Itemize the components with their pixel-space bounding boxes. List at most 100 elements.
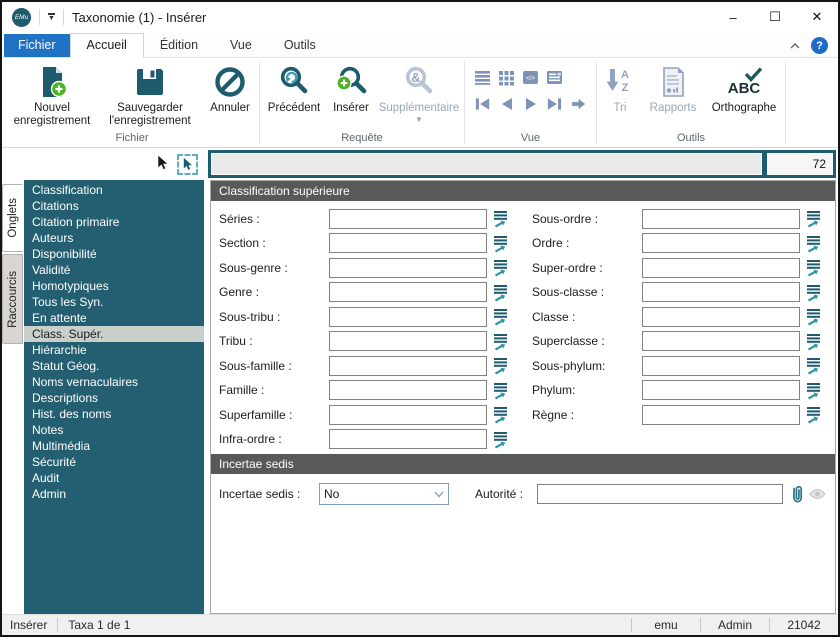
lookup-list-icon[interactable] xyxy=(490,307,510,327)
field-input[interactable] xyxy=(642,355,800,376)
incertae-select[interactable]: No xyxy=(319,482,449,505)
field-input[interactable] xyxy=(329,429,487,449)
lookup-list-icon[interactable] xyxy=(803,209,823,229)
field-input[interactable] xyxy=(642,404,800,425)
autorite-input[interactable] xyxy=(537,483,783,504)
nav-previous-icon[interactable] xyxy=(498,95,515,112)
sidebar-item[interactable]: Homotypiques xyxy=(24,278,204,294)
tab-vue[interactable]: Vue xyxy=(214,34,268,57)
collapse-ribbon-icon[interactable] xyxy=(789,42,801,50)
sidebar-item[interactable]: Notes xyxy=(24,422,204,438)
lookup-list-icon[interactable] xyxy=(803,282,823,302)
sort-button[interactable]: A Z Tri xyxy=(598,61,642,116)
emu-logo-icon[interactable]: EMu xyxy=(12,7,31,27)
field-input[interactable] xyxy=(642,208,800,229)
field-input[interactable] xyxy=(329,257,487,278)
minimize-button[interactable]: – xyxy=(712,2,754,32)
lookup-list-icon[interactable] xyxy=(803,258,823,278)
select-cursor-icon[interactable] xyxy=(155,154,170,174)
maximize-button[interactable]: ☐ xyxy=(754,2,796,32)
field-input[interactable] xyxy=(329,208,487,229)
marquee-select-icon[interactable] xyxy=(177,153,198,175)
sidebar-item[interactable]: Class. Supér. xyxy=(24,326,204,342)
reports-button[interactable]: Rapports xyxy=(642,61,704,116)
field-input[interactable] xyxy=(642,282,800,302)
search-insert-button[interactable]: Insérer xyxy=(327,61,375,116)
view-details-icon[interactable] xyxy=(546,69,563,86)
field-input[interactable] xyxy=(329,282,487,302)
attachment-icon[interactable] xyxy=(787,483,807,505)
sidebar-item[interactable]: Audit xyxy=(24,470,204,486)
field-input[interactable] xyxy=(329,233,487,253)
field-input[interactable] xyxy=(642,233,800,253)
lookup-list-icon[interactable] xyxy=(803,356,823,376)
sidebar-item[interactable]: Statut Géog. xyxy=(24,358,204,374)
field-input[interactable] xyxy=(329,331,487,351)
search-more-button[interactable]: & Supplémentaire ▼ xyxy=(375,61,463,124)
lookup-list-icon[interactable] xyxy=(490,258,510,278)
lookup-list-icon[interactable] xyxy=(490,429,510,449)
field-input[interactable] xyxy=(329,404,487,425)
spellcheck-button[interactable]: ABC Orthographe xyxy=(704,61,784,116)
lookup-list-icon[interactable] xyxy=(490,380,510,400)
lookup-list-icon[interactable] xyxy=(490,233,510,253)
save-record-button[interactable]: Sauvegarder l'enregistrement xyxy=(98,61,202,129)
cancel-button[interactable]: Annuler xyxy=(202,61,258,116)
sidebar-item[interactable]: Citation primaire xyxy=(24,214,204,230)
lookup-list-icon[interactable] xyxy=(490,282,510,302)
sidebar-item[interactable]: Tous les Syn. xyxy=(24,294,204,310)
sidebar-item[interactable]: Multimédia xyxy=(24,438,204,454)
new-record-button[interactable]: Nouvel enregistrement xyxy=(6,61,98,129)
sidebar-item[interactable]: Noms vernaculaires xyxy=(24,374,204,390)
lookup-list-icon[interactable] xyxy=(803,331,823,351)
lookup-list-icon[interactable] xyxy=(490,209,510,229)
classification-left-column: Séries : Section : Sous-genre : Genre: … xyxy=(219,208,510,450)
lookup-list-icon[interactable] xyxy=(490,356,510,376)
lookup-list-icon[interactable] xyxy=(490,331,510,351)
field-input[interactable] xyxy=(329,355,487,376)
sidebar-item[interactable]: Classification xyxy=(24,182,204,198)
lookup-list-icon[interactable] xyxy=(490,405,510,425)
sidebar-item[interactable]: Hist. des noms xyxy=(24,406,204,422)
lookup-list-icon[interactable] xyxy=(803,307,823,327)
field-input[interactable] xyxy=(329,306,487,327)
side-tab-onglets[interactable]: Onglets xyxy=(2,184,23,252)
field-row: Super-ordre : xyxy=(532,257,823,278)
tab-fichier[interactable]: Fichier xyxy=(4,34,70,57)
nav-next-icon[interactable] xyxy=(522,95,539,112)
view-grid-icon[interactable] xyxy=(498,69,515,86)
sidebar-item[interactable]: Admin xyxy=(24,486,204,502)
nav-last-icon[interactable] xyxy=(546,95,563,112)
sidebar-item[interactable]: Hiérarchie xyxy=(24,342,204,358)
tab-accueil[interactable]: Accueil xyxy=(69,33,144,58)
nav-goto-icon[interactable] xyxy=(570,95,587,112)
field-input[interactable] xyxy=(642,306,800,327)
field-input[interactable] xyxy=(642,331,800,351)
sidebar-item[interactable]: Sécurité xyxy=(24,454,204,470)
nav-first-icon[interactable] xyxy=(474,95,491,112)
field-input[interactable] xyxy=(642,257,800,278)
tab-outils[interactable]: Outils xyxy=(268,34,332,57)
view-attachment-eye-icon[interactable] xyxy=(808,487,827,501)
lookup-list-icon[interactable] xyxy=(803,405,823,425)
field-label: Sous-ordre : xyxy=(532,211,599,226)
close-button[interactable]: ✕ xyxy=(796,2,838,32)
search-previous-button[interactable]: Précédent xyxy=(261,61,327,116)
lookup-list-icon[interactable] xyxy=(803,380,823,400)
sidebar-item[interactable]: Citations xyxy=(24,198,204,214)
sidebar-item[interactable]: Descriptions xyxy=(24,390,204,406)
tab-edition[interactable]: Édition xyxy=(144,34,214,57)
lookup-list-icon[interactable] xyxy=(803,233,823,253)
sidebar-item[interactable]: Disponibilité xyxy=(24,246,204,262)
sidebar-item[interactable]: Validité xyxy=(24,262,204,278)
field-input[interactable] xyxy=(329,380,487,400)
summary-field[interactable] xyxy=(211,153,762,175)
field-input[interactable] xyxy=(642,380,800,400)
view-list-icon[interactable] xyxy=(474,69,491,86)
sidebar-item[interactable]: En attente xyxy=(24,310,204,326)
sidebar-item[interactable]: Auteurs xyxy=(24,230,204,246)
help-icon[interactable]: ? xyxy=(811,37,828,54)
quick-access-dropdown-icon[interactable]: ▼ xyxy=(48,13,55,22)
side-tab-raccourcis[interactable]: Raccourcis xyxy=(2,254,23,344)
view-code-icon[interactable]: </> xyxy=(522,69,539,86)
